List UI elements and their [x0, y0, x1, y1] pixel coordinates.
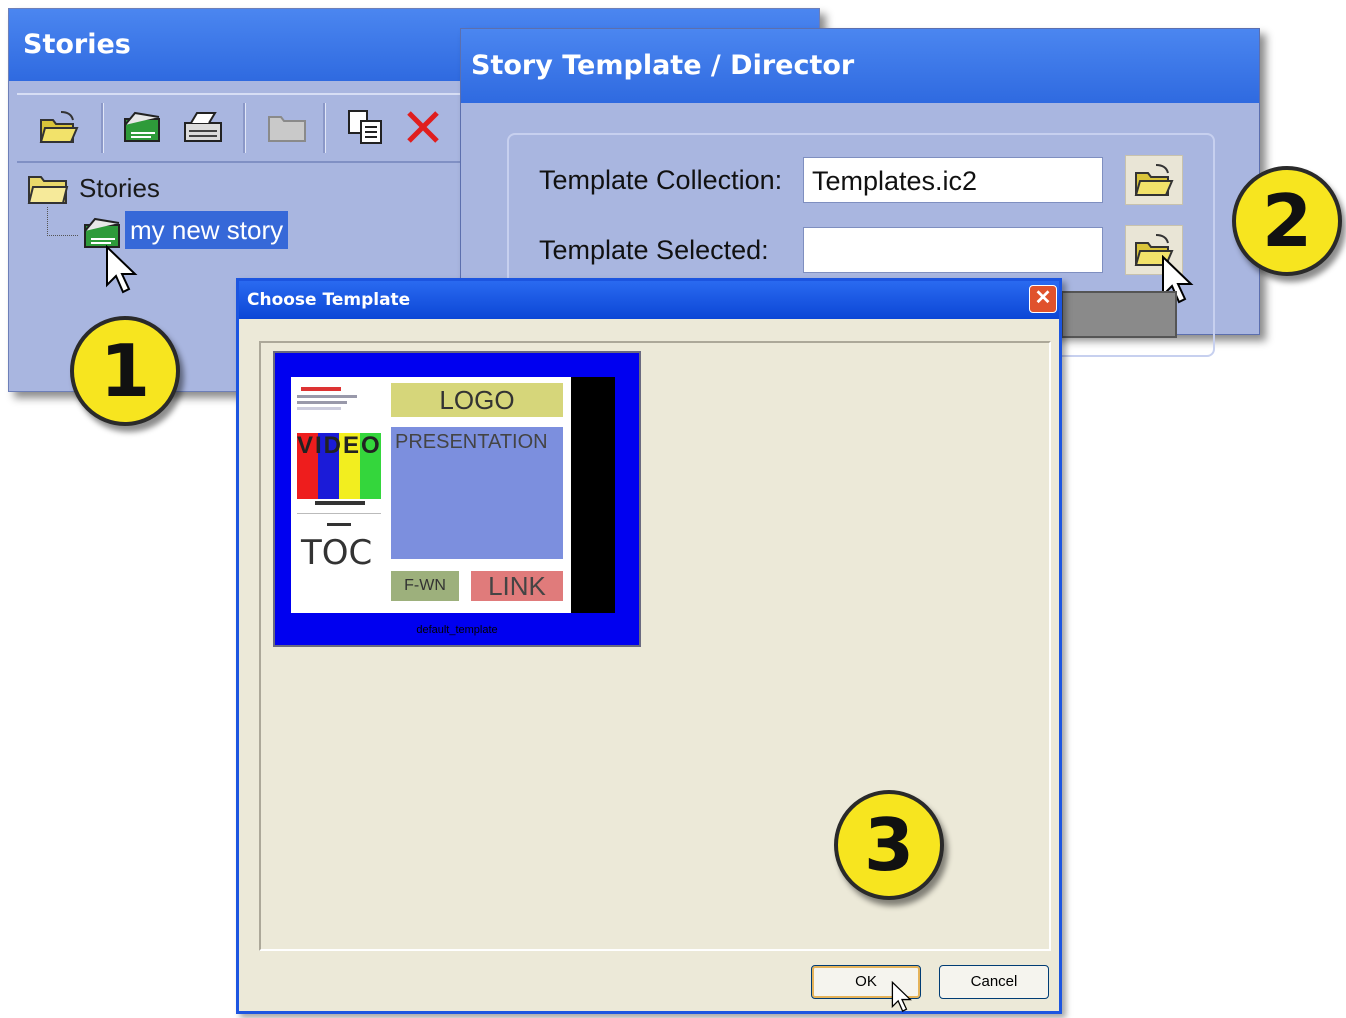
template-selected-label: Template Selected: [539, 235, 769, 265]
print-icon[interactable] [181, 105, 225, 149]
template-collection-input[interactable]: Templates.ic2 [803, 157, 1103, 203]
step-badge-3: 3 [834, 790, 944, 900]
open-folder-icon [1134, 164, 1174, 196]
template-toc-caption [327, 523, 351, 526]
mouse-cursor-icon [105, 244, 139, 300]
template-name: default_template [416, 624, 498, 636]
template-link-block: LINK [471, 571, 563, 601]
director-title: Story Template / Director [461, 29, 1259, 103]
template-thumbnail[interactable]: LOGO VIDEO TOC PRESENTATION F-WN LINK de… [273, 351, 641, 647]
toolbar-separator [101, 103, 104, 153]
cancel-button[interactable]: Cancel [939, 965, 1049, 999]
tree-root-folder-icon [27, 173, 69, 210]
template-logo-block: LOGO [391, 383, 563, 417]
template-divider [297, 513, 381, 514]
template-toc-label: TOC [301, 533, 373, 573]
template-selected-input[interactable] [803, 227, 1103, 273]
collection-browse-button[interactable] [1125, 155, 1183, 205]
mouse-cursor-icon [891, 980, 913, 1018]
folder-icon[interactable] [265, 105, 309, 149]
choose-template-dialog: Choose Template ✕ LOGO VIDEO TOC PRESENT… [236, 278, 1062, 1014]
dialog-title: Choose Template [239, 281, 1059, 319]
tree-connector [47, 207, 78, 236]
new-story-icon[interactable] [121, 105, 165, 149]
preview-box [1061, 291, 1177, 338]
tree-item-my-new-story[interactable]: my new story [125, 211, 289, 249]
close-icon[interactable]: ✕ [1029, 285, 1057, 313]
template-video-caption [315, 501, 365, 505]
tree-root-label[interactable]: Stories [79, 173, 160, 204]
step-badge-2: 2 [1232, 166, 1342, 276]
template-presentation-block: PRESENTATION [391, 427, 563, 559]
template-video-block: VIDEO [297, 433, 381, 499]
delete-icon[interactable] [401, 105, 445, 149]
template-header-graphic [297, 385, 367, 413]
template-collection-label: Template Collection: [539, 165, 783, 195]
step-badge-1: 1 [70, 316, 180, 426]
template-black-bar [571, 377, 615, 613]
copy-icon[interactable] [343, 105, 387, 149]
template-video-label: VIDEO [297, 432, 382, 459]
toolbar-separator [323, 103, 326, 153]
template-presentation-label: PRESENTATION [395, 431, 548, 453]
toolbar-separator [243, 103, 246, 153]
template-frame-block: F-WN [391, 571, 459, 601]
open-folder-icon[interactable] [37, 105, 81, 149]
